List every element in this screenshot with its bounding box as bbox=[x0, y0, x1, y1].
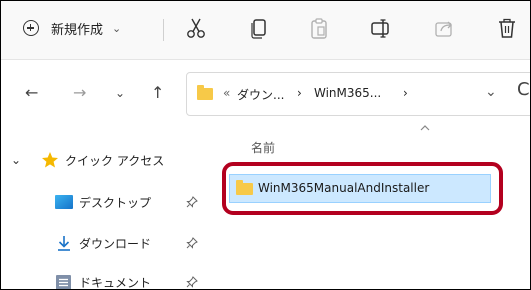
command-bar: 新規作成 ⌄ bbox=[1, 1, 530, 60]
documents-icon bbox=[56, 274, 71, 289]
expand-chevron-icon[interactable]: ⌄ bbox=[11, 153, 21, 167]
delete-icon[interactable] bbox=[494, 15, 520, 41]
navigation-pane: ⌄ クイック アクセス デスクトップ ダウンロード ドキュメント bbox=[1, 131, 223, 290]
sidebar-item-label: ドキュメント bbox=[79, 275, 152, 290]
sidebar-item-desktop[interactable]: デスクトップ bbox=[1, 189, 223, 215]
breadcrumb-downloads[interactable]: ダウン... bbox=[237, 86, 284, 103]
breadcrumb-winm365[interactable]: WinM365... bbox=[314, 86, 381, 100]
recent-locations-chevron-icon[interactable]: ⌄ bbox=[115, 86, 125, 100]
new-button-label: 新規作成 bbox=[51, 22, 104, 38]
download-icon bbox=[58, 236, 70, 251]
sidebar-item-documents[interactable]: ドキュメント bbox=[1, 269, 223, 290]
chevron-down-icon: ⌄ bbox=[112, 21, 122, 35]
share-icon[interactable] bbox=[431, 15, 457, 41]
column-header-name[interactable]: 名前 bbox=[251, 139, 275, 156]
rename-icon[interactable] bbox=[368, 15, 394, 41]
navigation-bar: ← → ⌄ ↑ « ダウン... › WinM365... › ⌄ C bbox=[1, 60, 530, 130]
sidebar-item-label: クイック アクセス bbox=[65, 153, 165, 168]
pin-icon[interactable] bbox=[186, 237, 198, 249]
pin-icon[interactable] bbox=[186, 196, 198, 208]
sort-ascending-icon bbox=[420, 125, 430, 131]
copy-icon[interactable] bbox=[246, 15, 272, 41]
address-dropdown-chevron-icon[interactable]: ⌄ bbox=[485, 84, 497, 100]
folder-icon bbox=[236, 180, 253, 195]
star-icon bbox=[42, 152, 58, 168]
folder-icon bbox=[197, 85, 213, 100]
forward-arrow-icon[interactable]: → bbox=[73, 83, 86, 102]
breadcrumb-separator[interactable]: › bbox=[297, 86, 302, 100]
sidebar-item-quick-access[interactable]: ⌄ クイック アクセス bbox=[1, 147, 223, 173]
hidden-path-indicator[interactable]: « bbox=[223, 86, 230, 100]
pin-icon[interactable] bbox=[186, 276, 198, 288]
file-list-item[interactable]: WinM365ManualAndInstaller bbox=[229, 174, 491, 203]
new-button[interactable]: 新規作成 ⌄ bbox=[23, 13, 121, 43]
up-arrow-icon[interactable]: ↑ bbox=[151, 83, 164, 102]
file-explorer-window: 新規作成 ⌄ ← → ⌄ ↑ « ダウン... › WinM365... › ⌄… bbox=[0, 0, 531, 290]
breadcrumb-separator[interactable]: › bbox=[403, 86, 408, 100]
desktop-icon bbox=[55, 195, 73, 209]
refresh-icon[interactable]: C bbox=[517, 79, 530, 100]
sidebar-item-label: ダウンロード bbox=[79, 236, 152, 251]
sidebar-item-downloads[interactable]: ダウンロード bbox=[1, 230, 223, 256]
new-icon bbox=[23, 20, 39, 36]
file-name: WinM365ManualAndInstaller bbox=[258, 181, 430, 195]
sidebar-item-label: デスクトップ bbox=[79, 195, 152, 210]
toolbar-separator bbox=[163, 19, 164, 41]
back-arrow-icon[interactable]: ← bbox=[25, 83, 38, 102]
paste-icon[interactable] bbox=[306, 15, 332, 41]
cut-icon[interactable] bbox=[183, 15, 209, 41]
address-bar[interactable]: « ダウン... › WinM365... › ⌄ C bbox=[186, 72, 530, 116]
